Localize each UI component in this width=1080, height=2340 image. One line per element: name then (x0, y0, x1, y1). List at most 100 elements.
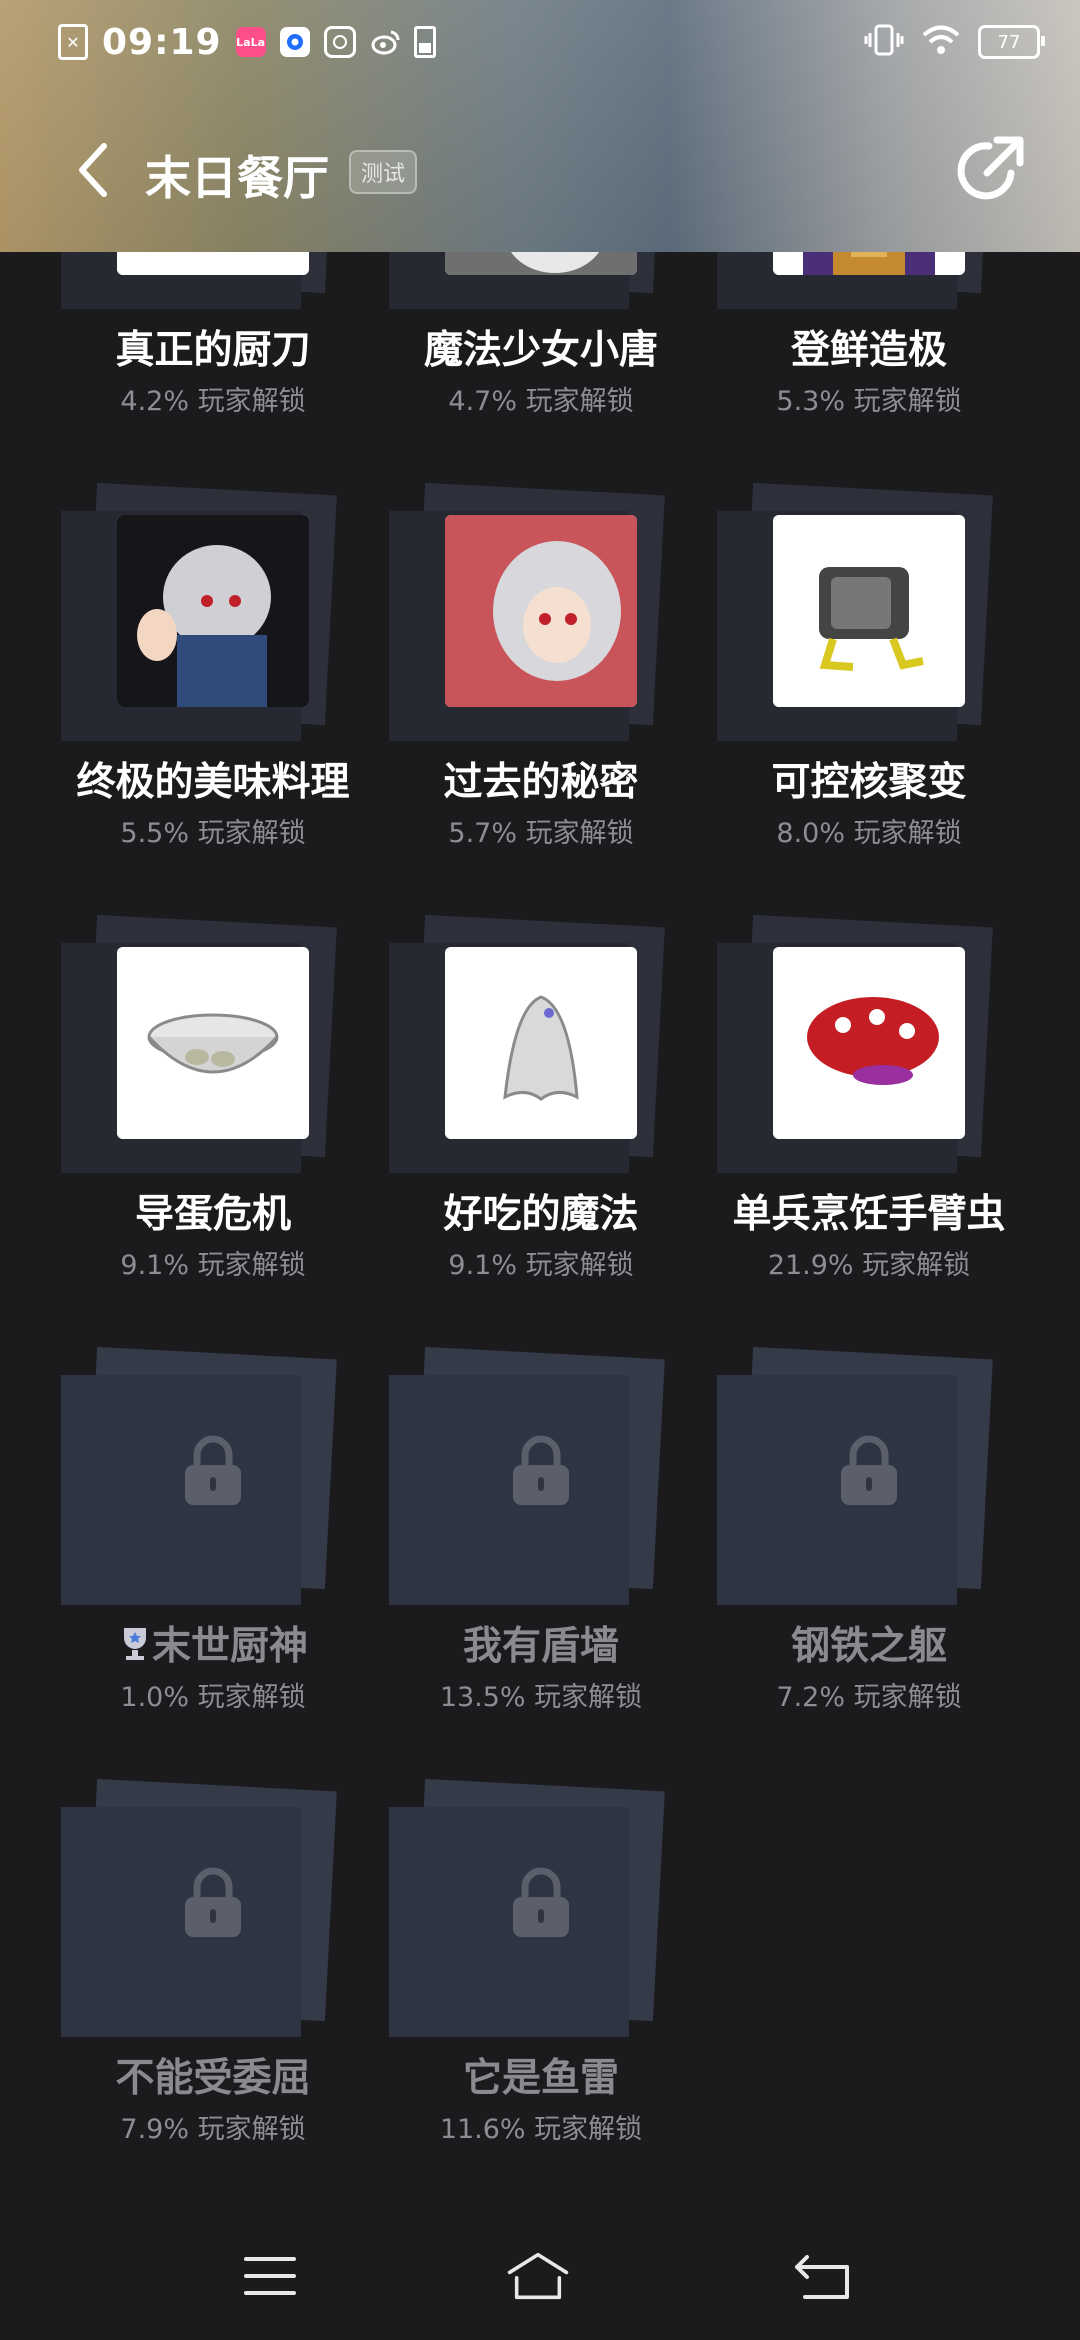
achievement-name: 单兵烹饪手臂虫 (705, 1183, 1033, 1239)
back-button[interactable] (62, 138, 126, 202)
achievement-name-text: 单兵烹饪手臂虫 (732, 1192, 1006, 1237)
home-icon (507, 2252, 569, 2300)
home-button[interactable] (506, 2244, 570, 2308)
share-icon (957, 136, 1024, 200)
achievement-frame (377, 252, 705, 309)
achievement-name: 导蛋危机 (49, 1183, 377, 1239)
achievement-image (445, 252, 637, 275)
achievement-card[interactable]: 单兵烹饪手臂虫 21.9% 玩家解锁 (705, 914, 1033, 1331)
achievement-name: 终极的美味料理 (49, 751, 377, 807)
achievement-frame (49, 1346, 377, 1605)
achievement-name-text: 导蛋危机 (134, 1192, 291, 1237)
achievement-plate (389, 1375, 629, 1605)
nav-back-button[interactable] (790, 2244, 854, 2308)
achievement-image (117, 515, 309, 707)
battery-saver-icon (413, 26, 436, 58)
qq-icon (323, 26, 356, 58)
chevron-left-icon (79, 143, 107, 197)
unlock-rate: 11.6% 玩家解锁 (439, 2114, 643, 2145)
unlock-rate: 9.1% 玩家解锁 (120, 1250, 306, 1281)
achievement-name-text: 过去的秘密 (443, 760, 639, 805)
achievement-image (445, 515, 637, 707)
achievement-image (773, 515, 965, 707)
achievement-name-text: 它是鱼雷 (462, 2056, 619, 2101)
achievement-frame (49, 914, 377, 1173)
achievement-card[interactable]: 末世厨神 1.0% 玩家解锁 (49, 1346, 377, 1763)
unlock-rate: 8.0% 玩家解锁 (776, 818, 962, 849)
achievement-card[interactable]: 真正的厨刀 4.2% 玩家解锁 (49, 252, 377, 467)
achievement-name-text: 终极的美味料理 (76, 760, 350, 805)
sim-error-icon: ✕ (58, 24, 88, 60)
achievement-card[interactable]: 不能受委屈 7.9% 玩家解锁 (49, 1778, 377, 2195)
achievement-name-text: 末世厨神 (151, 1624, 308, 1669)
achievement-card[interactable]: 可控核聚变 8.0% 玩家解锁 (705, 482, 1033, 899)
achievement-name: 末世厨神 (49, 1615, 377, 1671)
achievement-plate (61, 1375, 301, 1605)
achievement-name: 魔法少女小唐 (377, 319, 705, 375)
achievement-name: 登鲜造极 (705, 319, 1033, 375)
achievement-name: 钢铁之躯 (705, 1615, 1033, 1671)
achievement-card[interactable]: 过去的秘密 5.7% 玩家解锁 (377, 482, 705, 899)
achievement-image (773, 252, 965, 275)
unlock-rate: 5.7% 玩家解锁 (448, 818, 634, 849)
achievement-image (445, 947, 637, 1139)
achievement-name-text: 可控核聚变 (771, 760, 967, 805)
achievement-name: 真正的厨刀 (49, 319, 377, 375)
battery-level: 77 (997, 31, 1021, 53)
achievement-name-text: 登鲜造极 (790, 328, 947, 373)
test-badge: 测试 (349, 150, 418, 194)
achievement-name: 可控核聚变 (705, 751, 1033, 807)
menu-button[interactable] (238, 2244, 302, 2308)
achievement-image (773, 947, 965, 1139)
wifi-icon (922, 24, 960, 60)
achievement-name: 我有盾墙 (377, 1615, 705, 1671)
achievement-name: 不能受委屈 (49, 2047, 377, 2103)
trophy-icon (118, 1624, 152, 1669)
achievement-frame (49, 252, 377, 309)
unlock-rate: 13.5% 玩家解锁 (439, 1682, 643, 1713)
achievement-name-text: 真正的厨刀 (115, 328, 311, 373)
system-nav-bar (0, 2212, 1080, 2340)
achievement-card[interactable]: 终极的美味料理 5.5% 玩家解锁 (49, 482, 377, 899)
unlock-rate: 9.1% 玩家解锁 (448, 1250, 634, 1281)
achievement-frame (377, 482, 705, 741)
achievement-name: 它是鱼雷 (377, 2047, 705, 2103)
unlock-rate: 5.3% 玩家解锁 (776, 386, 962, 417)
achievement-name-text: 好吃的魔法 (443, 1192, 639, 1237)
unlock-rate: 7.2% 玩家解锁 (776, 1682, 962, 1713)
lock-icon (511, 1867, 571, 1939)
unlock-rate: 21.9% 玩家解锁 (767, 1250, 971, 1281)
achievement-name-text: 魔法少女小唐 (423, 328, 658, 373)
achievement-name: 过去的秘密 (377, 751, 705, 807)
share-button[interactable] (952, 132, 1028, 208)
achievement-frame (705, 482, 1033, 741)
achievement-image (117, 947, 309, 1139)
app-header: ✕ 09:19 LaLa 77 末日餐厅 测试 (0, 0, 1080, 252)
achievement-name-text: 钢铁之躯 (790, 1624, 947, 1669)
achievement-frame (49, 1778, 377, 2037)
lock-icon (839, 1435, 899, 1507)
menu-icon (244, 2257, 296, 2295)
page-title: 末日餐厅 (145, 151, 329, 205)
achievement-card[interactable]: 导蛋危机 9.1% 玩家解锁 (49, 914, 377, 1331)
achievement-card[interactable]: 我有盾墙 13.5% 玩家解锁 (377, 1346, 705, 1763)
achievement-card[interactable]: 钢铁之躯 7.2% 玩家解锁 (705, 1346, 1033, 1763)
achievement-plate (61, 1807, 301, 2037)
unlock-rate: 4.2% 玩家解锁 (120, 386, 306, 417)
lock-icon (183, 1867, 243, 1939)
achievement-frame (49, 482, 377, 741)
lock-icon (511, 1435, 571, 1507)
title-bar: 末日餐厅 测试 (0, 120, 1080, 220)
blue-app-icon (279, 27, 310, 57)
achievement-plate (717, 1375, 957, 1605)
achievement-card[interactable]: 登鲜造极 5.3% 玩家解锁 (705, 252, 1033, 467)
achievement-image (117, 252, 309, 275)
achievement-grid: 真正的厨刀 4.2% 玩家解锁 魔法少女小唐 4.7% 玩家解锁 登鲜造极 5.3% 玩家… (0, 252, 1080, 2212)
weibo-icon (370, 27, 400, 57)
achievement-card[interactable]: 它是鱼雷 11.6% 玩家解锁 (377, 1778, 705, 2195)
battery-indicator: 77 (978, 25, 1045, 59)
unlock-rate: 7.9% 玩家解锁 (120, 2114, 306, 2145)
achievement-frame (377, 914, 705, 1173)
achievement-card[interactable]: 魔法少女小唐 4.7% 玩家解锁 (377, 252, 705, 467)
achievement-card[interactable]: 好吃的魔法 9.1% 玩家解锁 (377, 914, 705, 1331)
